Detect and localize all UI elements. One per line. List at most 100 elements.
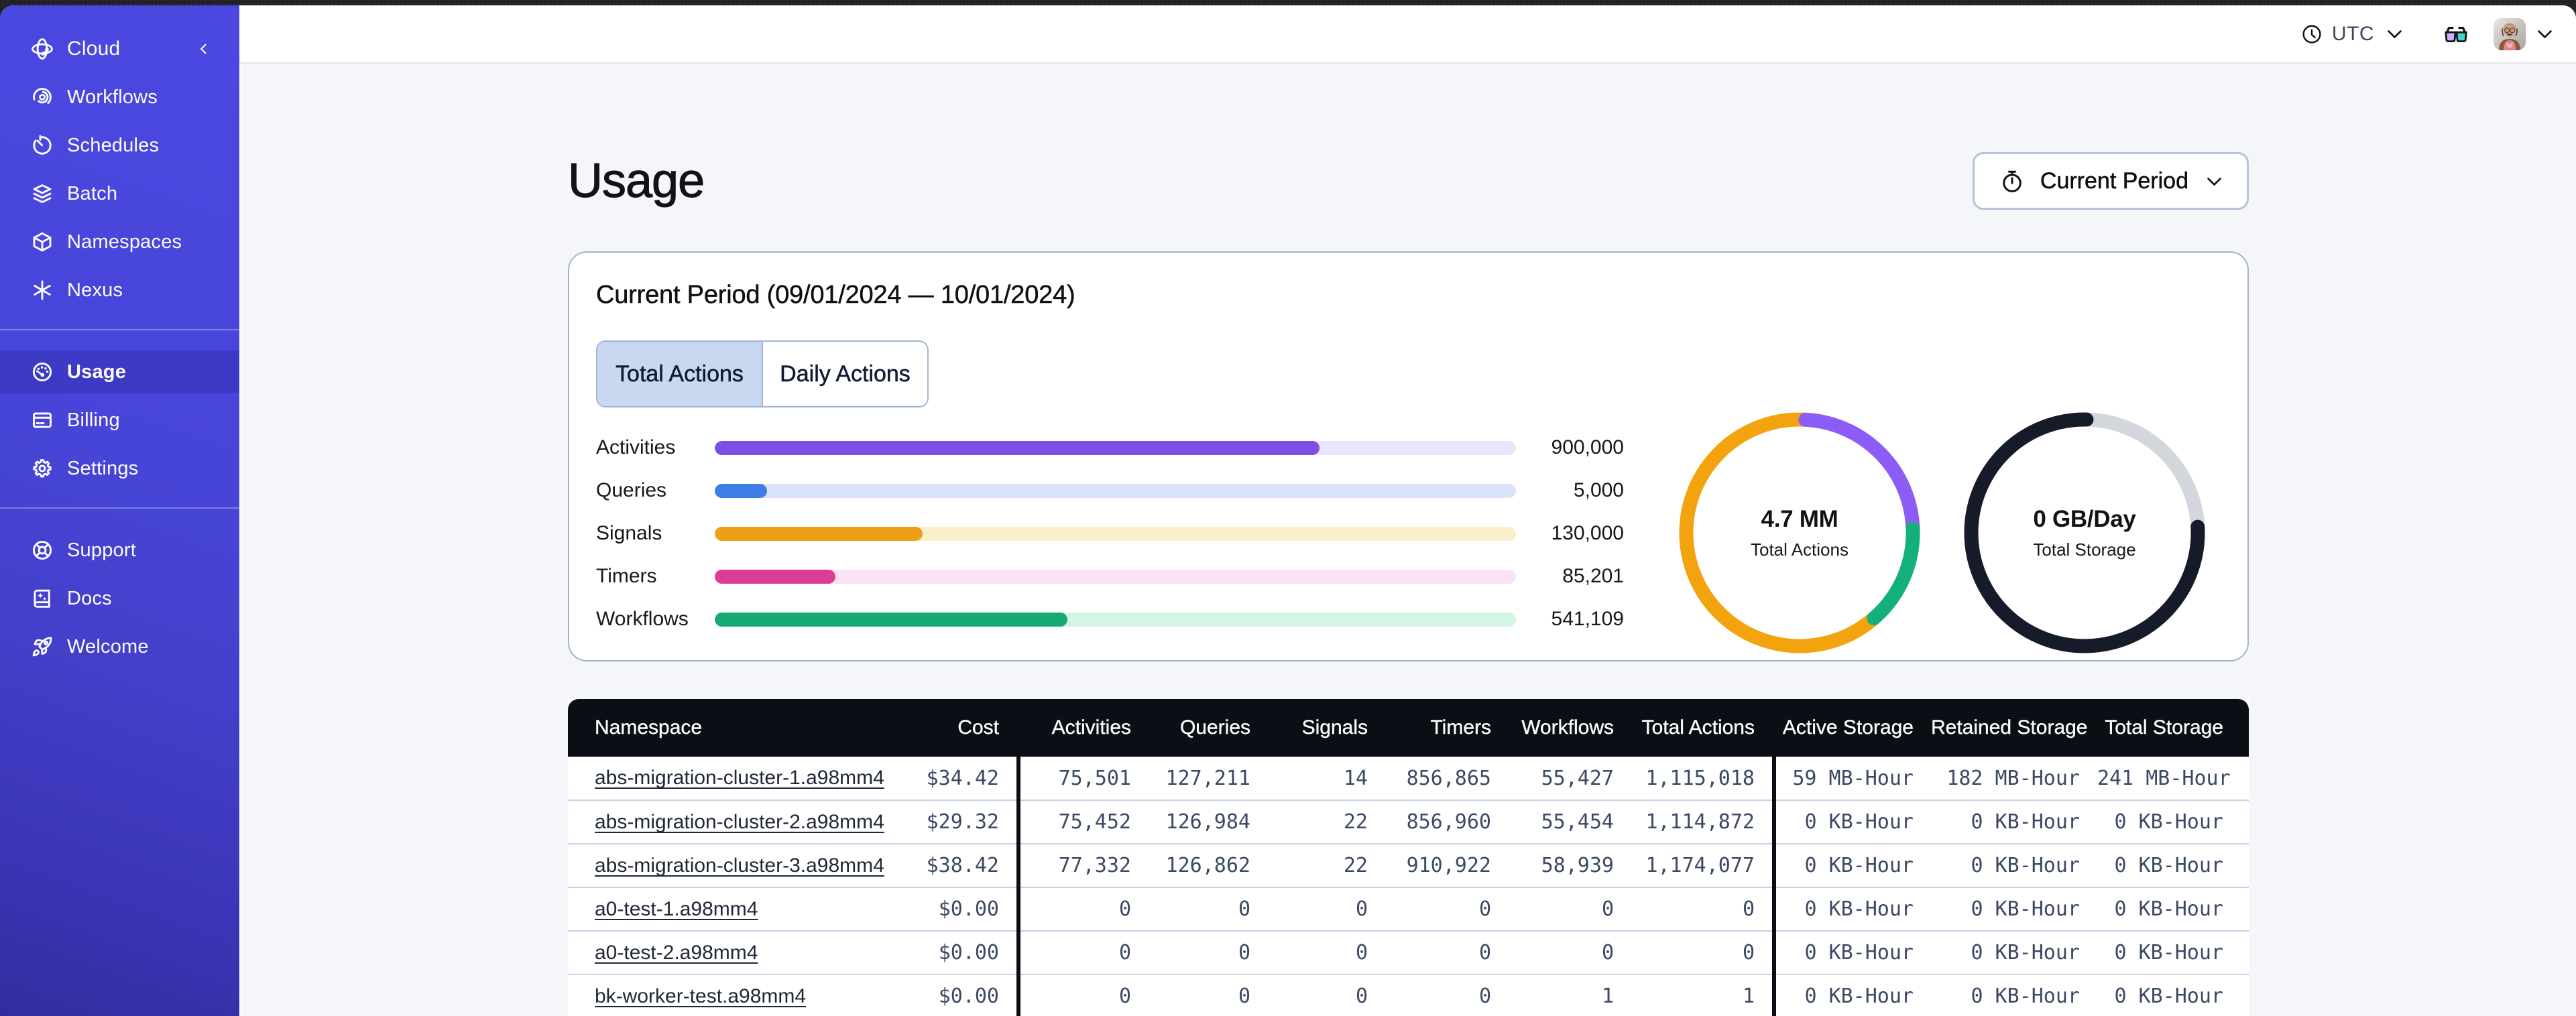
value-cell: 0 KB-Hour [1931, 931, 2097, 975]
bar-track [715, 483, 1516, 498]
value-cell: 0 KB-Hour [1772, 887, 1931, 932]
sidebar-item-support[interactable]: Support [0, 529, 239, 572]
content-container: Usage Current Period Current Period (09/… [567, 152, 2249, 1016]
value-cell: 0 [1385, 887, 1509, 932]
sidebar-item-workflows[interactable]: Workflows [0, 76, 239, 119]
sidebar-item-label: Billing [67, 409, 120, 431]
table-body: abs-migration-cluster-1.a98mm4 $34.42 75,5… [568, 757, 2249, 1016]
usage-bars: Activities 900,000 Queries 5,000 Signals… [596, 426, 1624, 641]
value-cell: 22 [1268, 800, 1385, 844]
usage-bar-row-signals: Signals 130,000 [596, 512, 1624, 555]
sidebar-item-label: Support [67, 539, 136, 561]
bar-fill [715, 569, 836, 584]
value-cell: 75,452 [1016, 800, 1149, 844]
labs-toggle[interactable] [2445, 25, 2467, 44]
current-period-card: Current Period (09/01/2024 — 10/01/2024)… [568, 251, 2249, 661]
settings-icon [31, 457, 54, 480]
value-cell: 0 KB-Hour [1931, 800, 2097, 844]
sidebar-item-docs[interactable]: Docs [0, 577, 239, 620]
sidebar-brand[interactable]: Cloud [0, 27, 239, 70]
temporal-cloud-logo-icon [31, 38, 54, 60]
tab-daily-actions[interactable]: Daily Actions [763, 342, 927, 406]
sidebar-divider [0, 507, 239, 509]
value-cell: 22 [1268, 844, 1385, 888]
sidebar-item-welcome[interactable]: Welcome [0, 625, 239, 668]
sidebar-item-schedules[interactable]: Schedules [0, 124, 239, 167]
value-cell: 0 KB-Hour [1931, 974, 2097, 1016]
bar-track [715, 526, 1516, 541]
bar-label: Queries [596, 479, 667, 501]
bar-fill [715, 526, 923, 541]
period-select-button[interactable]: Current Period [1972, 152, 2249, 210]
app-window: Cloud Workflows Schedules Batch Namespac… [0, 5, 2576, 1016]
welcome-icon [31, 635, 54, 658]
main-area: UTC Usage Current Period Current Period … [239, 5, 2576, 1016]
bar-value: 130,000 [1551, 522, 1624, 544]
sidebar-item-nexus[interactable]: Nexus [0, 269, 239, 312]
support-icon [31, 539, 54, 562]
value-cell: 0 KB-Hour [1772, 931, 1931, 975]
namespace-link[interactable]: a0-test-2.a98mm4 [595, 942, 758, 964]
column-header-timers: Timers [1385, 699, 1509, 757]
usage-bar-row-workflows: Workflows 541,109 [596, 598, 1624, 641]
namespace-cell: bk-worker-test.a98mm4 [568, 974, 917, 1016]
sidebar-item-batch[interactable]: Batch [0, 172, 239, 215]
chevron-down-icon [2207, 177, 2221, 186]
bar-track [715, 569, 1516, 584]
bar-label: Activities [596, 436, 676, 458]
value-cell: 127,211 [1149, 757, 1268, 801]
table-row: a0-test-2.a98mm4 $0.00 0 0 0 0 0 0 0 KB-Hour 0 KB… [568, 931, 2249, 975]
clock-icon [2302, 24, 2321, 44]
period-select-label: Current Period [2040, 168, 2189, 194]
tab-total-actions[interactable]: Total Actions [597, 342, 763, 406]
sidebar-nav: Workflows Schedules Batch Namespaces Nex… [0, 76, 239, 674]
value-cell: 0 KB-Hour [2097, 974, 2249, 1016]
namespace-link[interactable]: abs-migration-cluster-2.a98mm4 [595, 811, 884, 833]
account-menu[interactable] [2494, 17, 2553, 51]
schedules-icon [31, 134, 54, 157]
namespace-link[interactable]: bk-worker-test.a98mm4 [595, 985, 806, 1007]
billing-icon [31, 409, 54, 432]
usage-bar-row-timers: Timers 85,201 [596, 555, 1624, 598]
namespace-cell: abs-migration-cluster-2.a98mm4 [568, 800, 917, 844]
sidebar-item-billing[interactable]: Billing [0, 399, 239, 442]
sidebar-item-label: Welcome [67, 635, 149, 657]
column-header-queries: Queries [1149, 699, 1268, 757]
value-cell: $34.42 [917, 757, 1018, 801]
column-header-workflows: Workflows [1509, 699, 1631, 757]
topbar: UTC [239, 5, 2576, 64]
value-cell: 0 [1385, 974, 1509, 1016]
timezone-dropdown[interactable]: UTC [2302, 23, 2403, 46]
namespace-link[interactable]: abs-migration-cluster-3.a98mm4 [595, 854, 884, 877]
value-cell: 1,115,018 [1631, 757, 1774, 801]
value-cell: $29.32 [917, 800, 1018, 844]
bar-fill [715, 440, 1320, 455]
sidebar-item-namespaces[interactable]: Namespaces [0, 220, 239, 263]
sidebar-item-usage[interactable]: Usage [0, 351, 239, 393]
collapse-sidebar-icon[interactable] [196, 42, 211, 57]
namespace-link[interactable]: abs-migration-cluster-1.a98mm4 [595, 767, 884, 789]
value-cell: 0 KB-Hour [2097, 887, 2249, 932]
sidebar-divider [0, 329, 239, 330]
value-cell: 0 [1016, 974, 1149, 1016]
value-cell: 0 [1268, 887, 1385, 932]
nexus-icon [31, 279, 54, 302]
table-row: bk-worker-test.a98mm4 $0.00 0 0 0 0 1 1 0 KB-Hou… [568, 974, 2249, 1016]
value-cell: 0 KB-Hour [1772, 844, 1931, 888]
column-header-total-storage: Total Storage [2097, 699, 2249, 757]
bar-fill [715, 612, 1067, 627]
value-cell: 0 KB-Hour [2097, 931, 2249, 975]
value-cell: 856,865 [1385, 757, 1509, 801]
value-cell: 0 [1385, 931, 1509, 975]
namespace-cell: abs-migration-cluster-3.a98mm4 [568, 844, 917, 888]
value-cell: 55,454 [1509, 800, 1631, 844]
bar-value: 900,000 [1551, 436, 1624, 458]
stopwatch-icon [2003, 170, 2022, 192]
namespace-link[interactable]: a0-test-1.a98mm4 [595, 898, 758, 920]
value-cell: 77,332 [1016, 844, 1149, 888]
sidebar-item-label: Batch [67, 182, 118, 204]
value-cell: 0 [1509, 887, 1631, 932]
sidebar-item-settings[interactable]: Settings [0, 447, 239, 490]
table-row: abs-migration-cluster-2.a98mm4 $29.32 75,4… [568, 800, 2249, 844]
value-cell: 58,939 [1509, 844, 1631, 888]
